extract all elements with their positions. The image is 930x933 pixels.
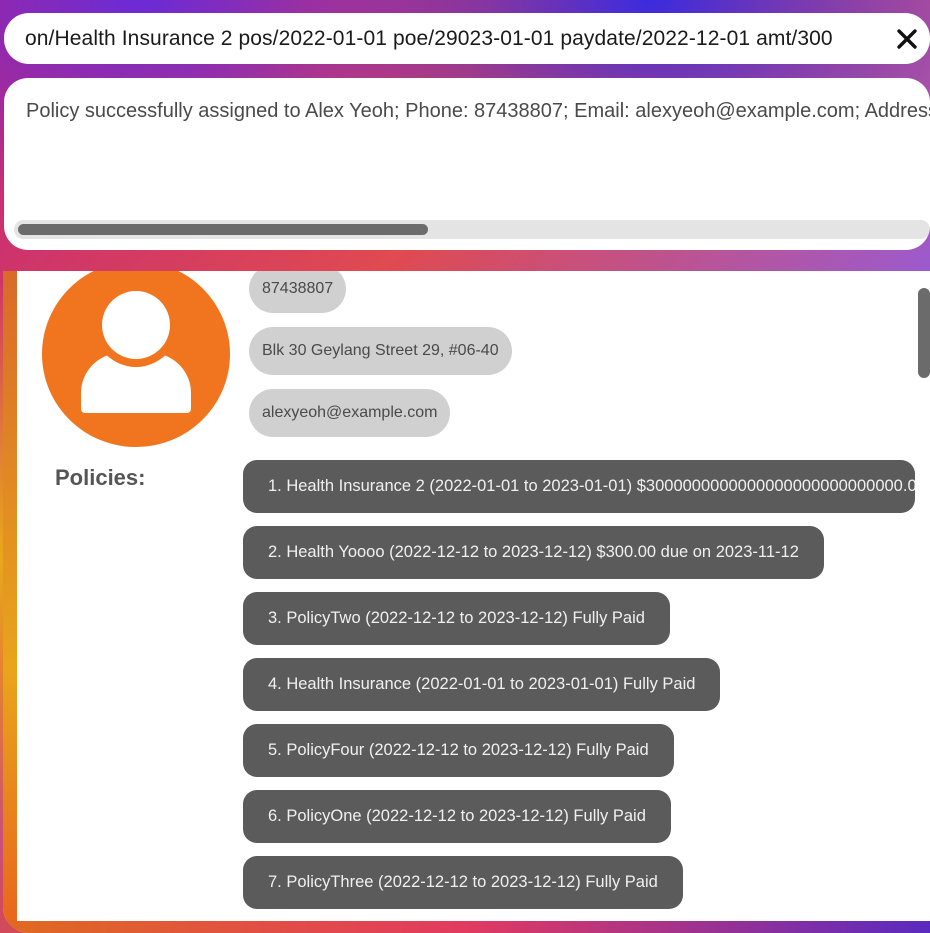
user-avatar-icon (42, 271, 230, 447)
policy-item: 5. PolicyFour (2022-12-12 to 2023-12-12)… (243, 724, 674, 777)
background-strip (3, 921, 930, 933)
email-chip: alexyeoh@example.com (249, 389, 451, 437)
policy-item: 6. PolicyOne (2022-12-12 to 2023-12-12) … (243, 790, 671, 843)
command-input[interactable]: on/Health Insurance 2 pos/2022-01-01 poe… (4, 27, 890, 51)
policy-item: 3. PolicyTwo (2022-12-12 to 2023-12-12) … (243, 592, 670, 645)
panel-edge (3, 271, 17, 933)
close-icon[interactable] (890, 22, 924, 56)
result-display: Policy successfully assigned to Alex Yeo… (4, 78, 930, 250)
scrollbar-thumb[interactable] (918, 288, 930, 378)
scrollbar-thumb[interactable] (18, 224, 428, 235)
address-chip: Blk 30 Geylang Street 29, #06-40 (249, 327, 512, 375)
policy-item: 4. Health Insurance (2022-01-01 to 2023-… (243, 658, 721, 711)
person-list-panel: 87438807 Blk 30 Geylang Street 29, #06-4… (3, 271, 930, 933)
result-horizontal-scrollbar[interactable] (14, 220, 930, 239)
policy-item: 1. Health Insurance 2 (2022-01-01 to 202… (243, 460, 915, 513)
policies-label: Policies: (55, 465, 146, 490)
policy-item: 2. Health Yoooo (2022-12-12 to 2023-12-1… (243, 526, 824, 579)
result-message: Policy successfully assigned to Alex Yeo… (26, 100, 930, 122)
phone-chip: 87438807 (249, 271, 347, 313)
avatar-head (102, 291, 170, 359)
person-card[interactable]: 87438807 Blk 30 Geylang Street 29, #06-4… (17, 271, 915, 921)
policy-item: 7. PolicyThree (2022-12-12 to 2023-12-12… (243, 856, 683, 909)
command-box[interactable]: on/Health Insurance 2 pos/2022-01-01 poe… (4, 13, 930, 64)
